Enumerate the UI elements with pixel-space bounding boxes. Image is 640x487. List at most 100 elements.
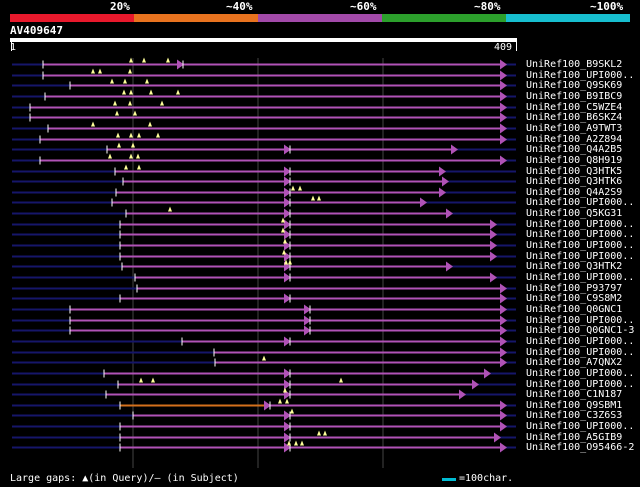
query-gap-marker (116, 132, 120, 138)
hit-label[interactable]: UniRef100_Q0GNC1-3 (526, 325, 634, 336)
hit-label[interactable]: UniRef100_C1N187 (526, 389, 622, 400)
query-gap-marker (278, 398, 282, 404)
query-gap-marker (166, 57, 170, 63)
query-gap-marker (129, 89, 133, 95)
query-gap-marker (131, 142, 135, 148)
hit-label[interactable]: UniRef100_Q0GNC1 (526, 304, 622, 315)
hit-label[interactable]: UniRef100_Q3HTK2 (526, 261, 622, 272)
hit-arrow (490, 251, 497, 262)
hit-arrow (500, 442, 507, 453)
query-gap-marker (290, 408, 294, 414)
query-gap-marker (298, 185, 302, 191)
hit-label[interactable]: UniRef100_UPI000.. (526, 368, 634, 379)
query-gap-marker (291, 185, 295, 191)
hit-arrow (500, 347, 507, 358)
query-gap-marker (98, 68, 102, 74)
query-gap-marker (317, 430, 321, 436)
query-gap-marker (129, 132, 133, 138)
query-gap-marker (149, 89, 153, 95)
gaps-legend: Large gaps: ▲(in Query)/– (in Subject) (10, 473, 239, 484)
query-gap-marker (122, 89, 126, 95)
hit-arrow (500, 59, 507, 70)
hit-arrow (500, 357, 507, 368)
hit-arrow (500, 315, 507, 326)
hit-label[interactable]: UniRef100_B6SKZ4 (526, 112, 622, 123)
query-gap-marker (323, 430, 327, 436)
query-gap-marker (282, 249, 286, 255)
hit-arrow (490, 229, 497, 240)
hit-label[interactable]: UniRef100_B9IBC9 (526, 91, 622, 102)
hit-arrow (500, 410, 507, 421)
query-gap-marker (151, 377, 155, 383)
hit-label[interactable]: UniRef100_Q4A2B5 (526, 144, 622, 155)
hit-arrow (472, 379, 479, 390)
hit-label[interactable]: UniRef100_UPI000.. (526, 197, 634, 208)
hit-arrow (500, 155, 507, 166)
hit-arrow (459, 389, 466, 400)
query-gap-marker (160, 100, 164, 106)
hit-arrow (500, 400, 507, 411)
query-gap-marker (113, 100, 117, 106)
query-gap-marker (142, 57, 146, 63)
hit-label[interactable]: UniRef100_Q9SK69 (526, 80, 622, 91)
query-gap-marker (117, 142, 121, 148)
query-gap-marker (176, 89, 180, 95)
hit-arrow (500, 325, 507, 336)
query-gap-marker (139, 377, 143, 383)
hit-arrow (446, 261, 453, 272)
hit-label[interactable]: UniRef100_B9SKL2 (526, 59, 622, 70)
hit-arrow (451, 144, 458, 155)
hit-label[interactable]: UniRef100_UPI000.. (526, 229, 634, 240)
legend-label: ~100% (590, 0, 624, 13)
legend-label: 20% (110, 0, 130, 13)
query-gap-marker (288, 259, 292, 265)
hit-arrow (442, 176, 449, 187)
query-gap-marker (311, 195, 315, 201)
hit-label[interactable]: UniRef100_UPI000.. (526, 240, 634, 251)
hit-arrow (490, 240, 497, 251)
query-gap-marker (129, 57, 133, 63)
query-gap-marker (285, 398, 289, 404)
query-gap-marker (317, 195, 321, 201)
query-gap-marker (129, 153, 133, 159)
hit-label[interactable]: UniRef100_Q3HTK6 (526, 176, 622, 187)
query-gap-marker (91, 68, 95, 74)
hit-arrow (500, 112, 507, 123)
hit-arrow (484, 368, 491, 379)
query-gap-marker (294, 440, 298, 446)
query-gap-marker (133, 110, 137, 116)
hit-arrow (500, 283, 507, 294)
hit-label[interactable]: UniRef100_UPI000.. (526, 272, 634, 283)
hit-arrow (500, 91, 507, 102)
hit-label[interactable]: UniRef100_Q5KG31 (526, 208, 622, 219)
hit-arrow (420, 197, 427, 208)
query-gap-marker (128, 68, 132, 74)
hit-label[interactable]: UniRef100_C3Z6S3 (526, 410, 622, 421)
query-gap-marker (91, 121, 95, 127)
hit-arrow (494, 432, 501, 443)
hit-label[interactable]: UniRef100_C9S8M2 (526, 293, 622, 304)
scale-swatch (442, 478, 456, 481)
hit-label[interactable]: UniRef100_UPI000.. (526, 421, 634, 432)
legend-label: ~80% (474, 0, 501, 13)
query-gap-marker (137, 164, 141, 170)
hit-label[interactable]: UniRef100_UPI000.. (526, 336, 634, 347)
query-gap-marker (300, 440, 304, 446)
hit-label[interactable]: UniRef100_A9TWT3 (526, 123, 622, 134)
query-gap-marker (108, 153, 112, 159)
hit-arrow (490, 272, 497, 283)
legend-label: ~40% (226, 0, 253, 13)
hit-arrow (500, 134, 507, 145)
hit-arrow (500, 102, 507, 113)
hit-arrow (446, 208, 453, 219)
hit-label[interactable]: UniRef100_Q8H919 (526, 155, 622, 166)
hit-label[interactable]: UniRef100_O95466-2 (526, 442, 634, 453)
query-gap-marker (136, 153, 140, 159)
query-gap-marker (137, 132, 141, 138)
hit-arrow (490, 219, 497, 230)
query-gap-marker (262, 355, 266, 361)
query-gap-marker (168, 206, 172, 212)
hit-arrow (500, 336, 507, 347)
query-gap-marker (110, 78, 114, 84)
hit-label[interactable]: UniRef100_A7QNX2 (526, 357, 622, 368)
